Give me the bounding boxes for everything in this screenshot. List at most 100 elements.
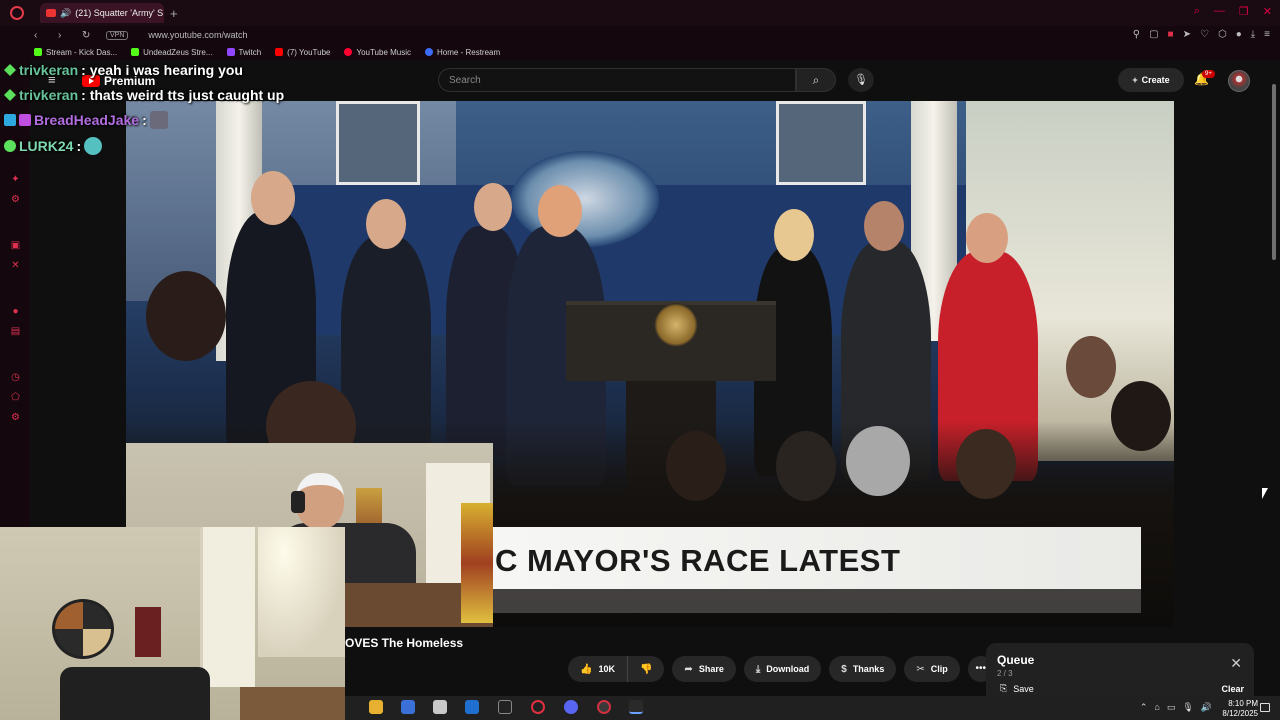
room-door — [200, 527, 255, 687]
plus-icon: + — [1132, 75, 1138, 85]
download-icon[interactable]: ⤓ — [1251, 29, 1255, 40]
opera-logo-icon[interactable] — [10, 6, 24, 20]
twitter-icon[interactable]: ▣ — [10, 240, 21, 251]
chat-username: LURK24 — [19, 138, 74, 154]
capcut-icon[interactable] — [498, 700, 512, 714]
restore-icon[interactable]: ❐ — [1239, 5, 1249, 18]
browser-tab-active[interactable]: 🔊 (21) Squatter 'Army' S — [40, 3, 164, 23]
create-label: Create — [1141, 75, 1170, 85]
menu-icon[interactable]: ≡ — [1264, 29, 1270, 40]
reload-icon[interactable]: ↻ — [82, 30, 94, 41]
extension-icons: ⚲ ▢ ■ ➤ ♡ ⬡ ● ⤓ ≡ — [1133, 29, 1270, 40]
account-avatar[interactable] — [1228, 70, 1250, 92]
video-person-head — [474, 183, 512, 231]
speaker-icon[interactable]: 🔊 — [60, 8, 71, 19]
video-person-head — [864, 201, 904, 251]
x-icon[interactable]: ✕ — [10, 260, 21, 271]
microphone-icon[interactable]: 🎙 — [1182, 702, 1193, 713]
webcam-room — [0, 527, 345, 720]
outlook-icon[interactable] — [465, 700, 479, 714]
chat-username: trivkeran — [19, 62, 79, 78]
twitch-icon — [226, 48, 235, 56]
clip-button[interactable]: ✂ Clip — [904, 656, 960, 682]
settings-icon[interactable]: ⚙ — [10, 194, 21, 205]
room-floor — [240, 687, 345, 720]
shield-icon[interactable]: ■ — [1168, 29, 1174, 40]
video-crowd-head — [846, 426, 910, 496]
aria-icon[interactable]: ✦ — [10, 174, 21, 185]
dislike-button[interactable]: 👎 — [627, 656, 665, 682]
chevron-up-icon[interactable]: ⌃ — [1140, 702, 1148, 713]
cube-icon[interactable]: ⬡ — [1218, 29, 1227, 40]
record-icon[interactable]: ● — [10, 306, 21, 317]
queue-save-button[interactable]: ⎘ Save — [1000, 683, 1034, 694]
extensions-icon[interactable]: ⬠ — [10, 392, 21, 403]
bookmark-youtube-music[interactable]: YouTube Music — [344, 48, 411, 57]
restream-icon — [425, 48, 434, 56]
close-icon[interactable]: ✕ — [1230, 655, 1242, 672]
display-icon[interactable]: ▭ — [1167, 702, 1176, 713]
yin-yang-art — [52, 599, 114, 659]
heart-icon[interactable]: ♡ — [1200, 29, 1209, 40]
chat-username: trivkeran — [19, 87, 79, 103]
network-icon[interactable]: ⌂ — [1154, 702, 1159, 713]
search-icon: ⌕ — [812, 73, 820, 87]
obs-icon[interactable] — [629, 700, 643, 714]
video-person-head — [966, 213, 1008, 263]
minimize-icon[interactable]: — — [1214, 5, 1225, 18]
like-button[interactable]: 👍 10K — [568, 656, 628, 682]
subscriber-badge-icon — [19, 114, 31, 126]
video-person-head — [538, 185, 582, 237]
search-button[interactable]: ⌕ — [796, 68, 836, 92]
forward-icon[interactable]: › — [58, 30, 70, 41]
voice-search-button[interactable]: 🎙 — [848, 68, 874, 92]
chat-text: : — [76, 138, 82, 154]
vpn-badge[interactable]: VPN — [106, 30, 129, 40]
file-explorer-icon[interactable] — [369, 700, 383, 714]
wallet-icon[interactable]: ▤ — [10, 326, 21, 337]
app-icon[interactable] — [433, 700, 447, 714]
stream-chat-overlay: trivkeran : yeah i was hearing you trivk… — [4, 57, 304, 159]
scrollbar-thumb[interactable] — [1272, 84, 1276, 260]
search-input[interactable]: Search — [438, 68, 796, 92]
video-crowd-head — [1111, 381, 1171, 451]
profile-icon[interactable]: ● — [1236, 29, 1242, 40]
video-crowd-head — [1066, 336, 1116, 398]
queue-clear-button[interactable]: Clear — [1221, 684, 1244, 694]
create-button[interactable]: + Create — [1118, 68, 1184, 92]
discord-icon[interactable] — [564, 700, 578, 714]
download-icon: ⤓ — [755, 663, 761, 675]
send-icon[interactable]: ➤ — [1183, 29, 1191, 40]
bookmark-undeadzeus[interactable]: UndeadZeus Stre... — [131, 48, 213, 57]
thumbs-down-icon: 👎 — [639, 663, 653, 675]
close-window-icon[interactable]: ✕ — [1263, 5, 1272, 18]
scissors-icon: ✂ — [916, 663, 925, 675]
bookmark-icon: ⎘ — [1000, 683, 1008, 693]
bookmark-kick[interactable]: Stream - Kick Das... — [34, 48, 117, 57]
bookmark-twitch[interactable]: Twitch — [226, 48, 261, 57]
more-icon: ••• — [975, 663, 986, 674]
calculator-icon[interactable] — [401, 700, 415, 714]
sidebar-settings-icon[interactable]: ⚙ — [10, 412, 21, 423]
search-tabs-icon[interactable]: ⌕ — [1194, 5, 1200, 18]
thumbs-up-icon: 👍 — [580, 663, 593, 675]
volume-icon[interactable]: 🔊 — [1201, 702, 1212, 713]
bookmark-youtube[interactable]: (7) YouTube — [275, 48, 330, 57]
thanks-button[interactable]: $ Thanks — [829, 656, 897, 682]
notification-center-icon[interactable] — [1260, 703, 1270, 712]
opera-taskbar-icon[interactable] — [531, 700, 545, 714]
snapshot-icon[interactable]: ▢ — [1149, 29, 1158, 40]
back-icon[interactable]: ‹ — [34, 30, 46, 41]
url-field[interactable]: www.youtube.com/watch — [148, 30, 247, 40]
clock-time: 8:10 PM — [1228, 699, 1258, 708]
bookmark-restream[interactable]: Home - Restream — [425, 48, 500, 57]
download-button[interactable]: ⤓ Download — [743, 656, 822, 682]
new-tab-plus-icon[interactable]: + — [170, 6, 178, 21]
pin-icon[interactable]: ⚲ — [1133, 29, 1140, 40]
taskbar-clock[interactable]: 8:10 PM 8/12/2025 — [1222, 699, 1258, 719]
opera-gx-icon[interactable] — [597, 700, 611, 714]
share-button[interactable]: ➦ Share — [672, 656, 736, 682]
video-person-head — [774, 209, 814, 261]
history-icon[interactable]: ◷ — [10, 372, 21, 383]
mouse-cursor-icon — [1262, 488, 1268, 499]
